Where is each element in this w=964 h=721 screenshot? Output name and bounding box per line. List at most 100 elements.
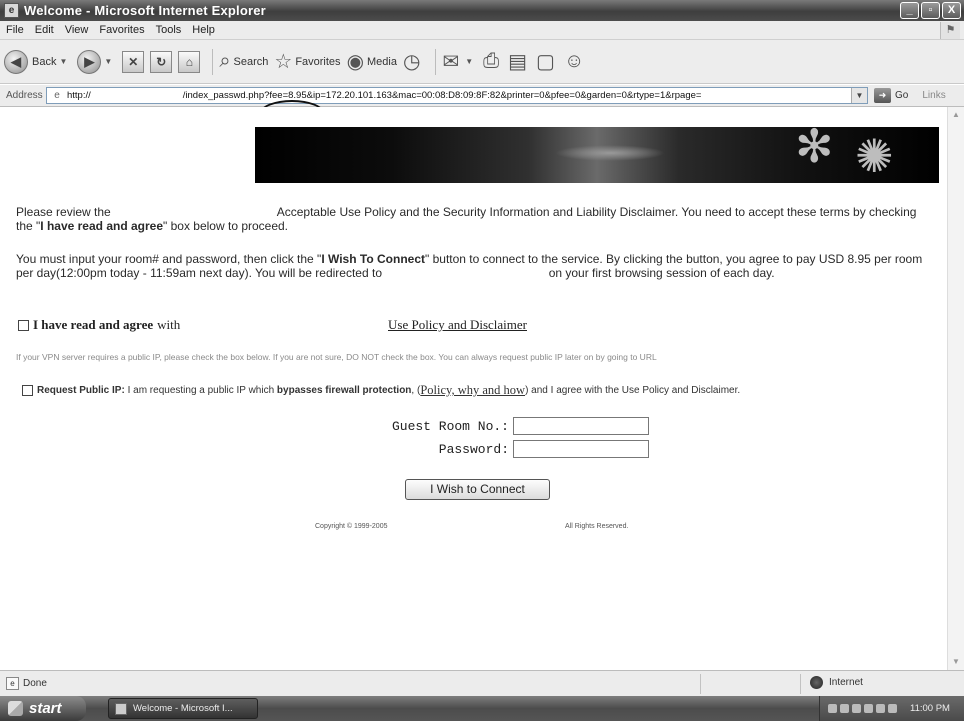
back-button[interactable]: ◀ Back ▼	[4, 49, 71, 74]
agree-row: I have read and agree with	[18, 317, 180, 333]
back-arrow-icon: ◀	[4, 49, 28, 74]
status-bar: e Done Internet	[0, 670, 964, 696]
print-button[interactable]: ⎙	[483, 50, 502, 73]
public-ip-label: Request Public IP:	[37, 385, 125, 396]
palm-tree-icon: ✺	[855, 130, 894, 182]
zone-label: Internet	[829, 677, 863, 688]
ie-app-icon: e	[4, 3, 19, 18]
vpn-note: If your VPN server requires a public IP,…	[16, 352, 657, 362]
go-arrow-icon: ➜	[874, 88, 891, 103]
agree-label: I have read and agree	[33, 317, 154, 332]
menu-file[interactable]: File	[6, 24, 24, 36]
update-icon[interactable]	[888, 704, 897, 713]
url-prefix: http://	[67, 90, 91, 101]
stop-button[interactable]: ✕	[122, 50, 145, 73]
menu-edit[interactable]: Edit	[35, 24, 54, 36]
menu-help[interactable]: Help	[192, 24, 215, 36]
media-button[interactable]: ◉ Media	[347, 49, 397, 74]
edit-button[interactable]: ▤	[508, 49, 530, 74]
search-label: Search	[233, 55, 269, 68]
search-icon: ⌕	[219, 50, 231, 72]
room-number-label: Guest Room No.:	[391, 418, 509, 434]
back-label: Back	[32, 55, 57, 68]
home-button[interactable]: ⌂	[178, 50, 201, 73]
password-input[interactable]	[513, 440, 649, 458]
discuss-button[interactable]: ▢	[536, 49, 558, 74]
address-input[interactable]: e http:// /index_passwd.php?fee=8.95&ip=…	[46, 87, 868, 104]
forward-arrow-icon: ▶	[77, 49, 102, 74]
start-button[interactable]: start	[0, 696, 86, 721]
policy-why-how-link[interactable]: Policy, why and how	[420, 383, 525, 398]
wireless-icon[interactable]	[876, 704, 885, 713]
security-zone: Internet	[810, 676, 863, 689]
refresh-button[interactable]: ↻	[150, 50, 173, 73]
address-dropdown-icon[interactable]: ▼	[851, 88, 867, 103]
page-viewport: ✻ ✺ Please review the Acceptable Use Pol…	[0, 107, 964, 670]
discuss-icon: ▢	[536, 51, 555, 73]
room-number-row: Guest Room No.:	[0, 417, 649, 435]
policy-disclaimer-link[interactable]: Use Policy and Disclaimer	[388, 317, 527, 333]
search-button[interactable]: ⌕ Search	[219, 50, 268, 73]
menu-view[interactable]: View	[65, 24, 89, 36]
scroll-down-icon[interactable]: ▼	[948, 654, 964, 670]
go-button[interactable]: ➜ Go	[874, 88, 908, 103]
taskbar-ie-window[interactable]: Welcome - Microsoft I...	[108, 698, 258, 719]
battery-icon[interactable]	[864, 704, 873, 713]
windows-flag-icon: ⚑	[940, 22, 960, 39]
status-divider	[700, 674, 701, 694]
agree-with-text: with	[157, 317, 181, 332]
vertical-scrollbar[interactable]: ▲ ▼	[947, 107, 964, 670]
public-ip-text-end: and I agree with the Use Policy and Disc…	[531, 385, 741, 396]
home-icon: ⌂	[178, 50, 201, 73]
policy-instructions: Please review the Acceptable Use Policy …	[16, 205, 936, 233]
task-label: Welcome - Microsoft I...	[133, 703, 233, 714]
rights-text: All Rights Reserved.	[565, 523, 629, 530]
policy-text-start: Please review the	[16, 205, 111, 219]
address-label: Address	[6, 90, 43, 101]
mail-button[interactable]: ✉ ▼	[442, 49, 477, 74]
connect-button[interactable]: I Wish to Connect	[405, 479, 550, 500]
messenger-button[interactable]: ☺	[564, 50, 587, 73]
forward-button[interactable]: ▶ ▼	[77, 49, 116, 74]
public-ip-text-start: I am requesting a public IP which	[127, 385, 275, 396]
printer-icon: ⎙	[483, 50, 500, 72]
media-icon: ◉	[346, 51, 365, 73]
favorites-button[interactable]: ☆ Favorites	[274, 49, 340, 74]
clock[interactable]: 11:00 PM	[910, 703, 950, 714]
agree-phrase: I have read and agree	[40, 219, 164, 233]
hotel-banner-image: ✻ ✺	[255, 127, 939, 183]
toolbar-separator	[212, 48, 214, 75]
network-icon[interactable]	[828, 704, 837, 713]
scroll-up-icon[interactable]: ▲	[948, 107, 964, 123]
connect-text-end: on your first browsing session of each d…	[548, 266, 775, 280]
maximize-button[interactable]: ▫	[921, 2, 940, 19]
history-button[interactable]: ◷	[403, 49, 423, 74]
connect-instructions: You must input your room# and password, …	[16, 252, 936, 280]
close-button[interactable]: X	[942, 2, 961, 19]
volume-icon[interactable]	[840, 704, 849, 713]
menu-favorites[interactable]: Favorites	[99, 24, 144, 36]
history-icon: ◷	[402, 51, 421, 73]
room-number-input[interactable]	[513, 417, 649, 435]
back-dropdown-icon[interactable]: ▼	[59, 57, 67, 66]
password-row: Password:	[0, 440, 649, 458]
page-done-icon: e	[6, 677, 19, 690]
palm-tree-icon: ✻	[795, 127, 834, 172]
minimize-button[interactable]: _	[900, 2, 919, 19]
forward-dropdown-icon[interactable]: ▼	[104, 57, 112, 66]
agree-checkbox[interactable]	[18, 319, 29, 331]
system-tray: 11:00 PM	[819, 696, 964, 721]
address-bar: Address e http:// /index_passwd.php?fee=…	[0, 85, 964, 107]
links-toolbar[interactable]: Links	[922, 90, 945, 101]
mail-dropdown-icon[interactable]: ▼	[465, 57, 473, 66]
globe-icon	[810, 676, 823, 689]
title-bar: e Welcome - Microsoft Internet Explorer …	[0, 0, 964, 21]
start-label: start	[29, 700, 62, 717]
security-icon[interactable]	[852, 704, 861, 713]
menu-tools[interactable]: Tools	[156, 24, 182, 36]
menu-bar: File Edit View Favorites Tools Help ⚑	[0, 21, 964, 40]
messenger-icon: ☺	[563, 50, 585, 72]
favorites-label: Favorites	[295, 55, 341, 68]
public-ip-checkbox[interactable]	[22, 385, 33, 396]
url-path: /index_passwd.php?fee=8.95&ip=172.20.101…	[182, 90, 702, 101]
